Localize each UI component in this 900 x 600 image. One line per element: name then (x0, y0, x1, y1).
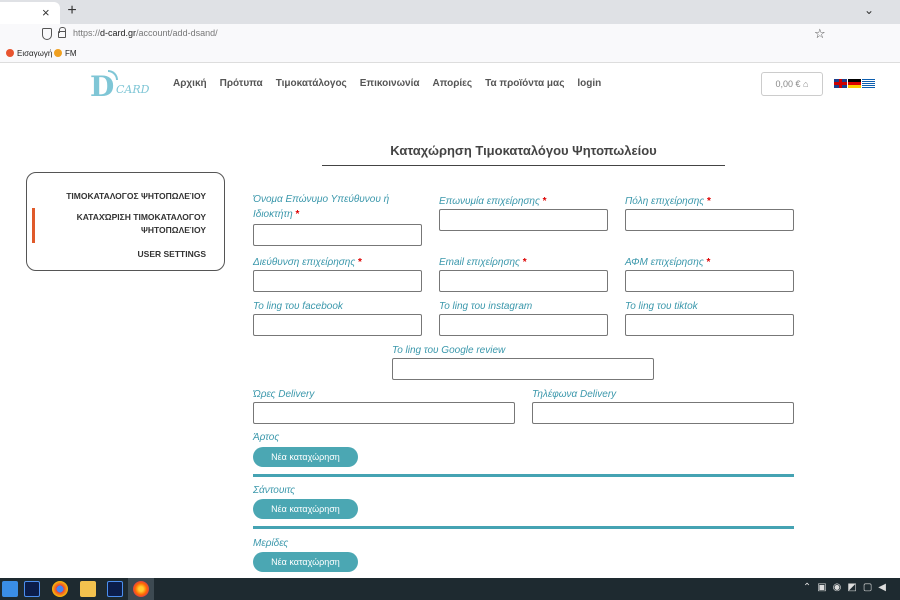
required-mark: * (706, 196, 711, 207)
photoshop-icon[interactable] (107, 581, 123, 597)
afm-label-text: ΑΦΜ επιχείρησης (625, 257, 707, 268)
new-entry-button-sandwiches[interactable]: Νέα καταχώρηση (253, 499, 358, 519)
menu-item-pricelist[interactable]: Τιμοκατάλογος (276, 78, 347, 89)
sidebar-item-user-settings[interactable]: USER SETTINGS (138, 248, 206, 261)
new-tab-icon[interactable]: + (64, 2, 80, 20)
required-mark: * (358, 257, 362, 268)
menu-item-templates[interactable]: Πρότυπα (220, 78, 263, 89)
google-review-label: To ling του Google review (392, 345, 506, 356)
section-label-portions: Μερίδες (253, 538, 289, 549)
menu-item-login[interactable]: login (577, 78, 601, 89)
address-label-text: Διεύθυνση επιχείρησης (253, 257, 358, 268)
url-domain: d-card.gr (100, 28, 137, 38)
delivery-phone-input[interactable] (532, 402, 794, 424)
new-entry-button-portions[interactable]: Νέα καταχώρηση (253, 552, 358, 572)
email-label: Email επιχείρησης * (439, 255, 527, 270)
active-item-marker (32, 208, 35, 243)
google-review-input[interactable] (392, 358, 654, 380)
section-divider (253, 474, 794, 477)
tab-close-icon[interactable]: × (42, 5, 50, 20)
instagram-input[interactable] (439, 314, 608, 336)
business-name-label-text: Επωνυμία επιχείρησης (439, 196, 543, 207)
menu-item-faq[interactable]: Απορίες (433, 78, 473, 89)
tab-list-icon[interactable]: ⌄ (864, 3, 874, 17)
afm-input[interactable] (625, 270, 794, 292)
uk-flag-icon[interactable] (834, 79, 847, 88)
logo-text: CARD (116, 83, 150, 96)
instagram-label: To ling του instagram (439, 301, 533, 312)
browser-tab[interactable]: × (0, 2, 60, 24)
sidebar-item-pricelist[interactable]: ΤΙΜΟΚΑΤΑΛΟΓΟΣ ΨΗΤΟΠΩΛΕΊΟΥ (66, 190, 206, 203)
gr-flag-icon[interactable] (862, 79, 875, 88)
browser-tab-bar: × + ⌄ (0, 0, 900, 24)
business-name-label: Επωνυμία επιχείρησης * (439, 194, 547, 209)
bookmarks-bar: Εισαγωγή FM (0, 46, 900, 63)
title-divider (322, 165, 725, 166)
required-mark: * (706, 257, 711, 268)
os-taskbar: ⌃▣◉◩▢◀ (0, 578, 900, 600)
logo-wave-icon (108, 70, 118, 80)
menu-item-contact[interactable]: Επικοινωνία (360, 78, 420, 89)
delivery-phone-label: Τηλέφωνα Delivery (532, 389, 617, 400)
owner-name-input[interactable] (253, 224, 422, 246)
delivery-hours-label: Ώρες Delivery (253, 389, 315, 400)
bookmark-label: FM (65, 49, 77, 58)
url-prefix: https:// (73, 28, 101, 38)
chrome-icon[interactable] (52, 581, 68, 597)
owner-label: Όνομα Επώνυμο Υπεύθυνου ή Ιδιοκτήτη * (253, 192, 413, 222)
address-input[interactable] (253, 270, 422, 292)
sidebar-item-add-pricelist[interactable]: ΚΑΤΑΧΏΡΙΣΗ ΤΙΜΟΚΑΤΑΛΟΓΟΥ ΨΗΤΟΠΩΛΕΊΟΥ (56, 211, 206, 237)
browser-address-bar: https://d-card.gr/account/add-dsand/ ☆ (0, 24, 900, 46)
address-label: Διεύθυνση επιχείρησης * (253, 255, 362, 270)
facebook-input[interactable] (253, 314, 422, 336)
facebook-label: To ling του facebook (253, 301, 343, 312)
section-label-bread: Άρτος (253, 432, 280, 443)
bookmark-favicon-icon (54, 49, 62, 57)
business-name-input[interactable] (439, 209, 608, 231)
language-flags (834, 79, 875, 88)
shield-icon[interactable] (42, 28, 52, 40)
email-input[interactable] (439, 270, 608, 292)
city-input[interactable] (625, 209, 794, 231)
tiktok-input[interactable] (625, 314, 794, 336)
cart-button[interactable]: 0,00 € ⌂ (761, 72, 823, 96)
bookmark-favicon-icon (6, 49, 14, 57)
page-title: Καταχώρηση Τιμοκαταλόγου Ψητοπωλείου (390, 143, 657, 158)
menu-item-products[interactable]: Τα προϊόντα μας (485, 78, 564, 89)
city-label: Πόλη επιχείρησης * (625, 194, 711, 209)
email-label-text: Email επιχείρησης (439, 257, 523, 268)
bookmark-item[interactable]: FM (54, 49, 77, 58)
system-tray[interactable]: ⌃▣◉◩▢◀ (803, 582, 892, 593)
url-path: /account/add-dsand/ (136, 28, 218, 38)
url-field[interactable]: https://d-card.gr/account/add-dsand/ (73, 28, 218, 38)
site-logo[interactable]: D CARD (88, 70, 150, 103)
de-flag-icon[interactable] (848, 79, 861, 88)
photoshop-icon[interactable] (24, 581, 40, 597)
required-mark: * (542, 196, 547, 207)
required-mark: * (522, 257, 527, 268)
section-label-sandwiches: Σάντουιτς (253, 485, 296, 496)
delivery-hours-input[interactable] (253, 402, 515, 424)
tiktok-label: To ling του tiktok (625, 301, 698, 312)
city-label-text: Πόλη επιχείρησης (625, 196, 707, 207)
firefox-icon[interactable] (133, 581, 149, 597)
afm-label: ΑΦΜ επιχείρησης * (625, 255, 710, 270)
bookmark-item[interactable]: Εισαγωγή (6, 49, 52, 58)
start-icon[interactable] (2, 581, 18, 597)
bookmark-star-icon[interactable]: ☆ (814, 26, 826, 42)
bookmark-label: Εισαγωγή (17, 49, 53, 58)
lock-icon[interactable] (58, 27, 66, 38)
main-menu: Αρχική Πρότυπα Τιμοκατάλογος Επικοινωνία… (173, 78, 614, 89)
required-mark: * (295, 209, 300, 220)
owner-label-text: Όνομα Επώνυμο Υπεύθυνου ή Ιδιοκτήτη (253, 194, 390, 220)
new-entry-button-bread[interactable]: Νέα καταχώρηση (253, 447, 358, 467)
section-divider (253, 526, 794, 529)
folder-icon[interactable] (80, 581, 96, 597)
menu-item-home[interactable]: Αρχική (173, 78, 207, 89)
account-sidebar: ΤΙΜΟΚΑΤΑΛΟΓΟΣ ΨΗΤΟΠΩΛΕΊΟΥ ΚΑΤΑΧΏΡΙΣΗ ΤΙΜ… (26, 172, 225, 271)
